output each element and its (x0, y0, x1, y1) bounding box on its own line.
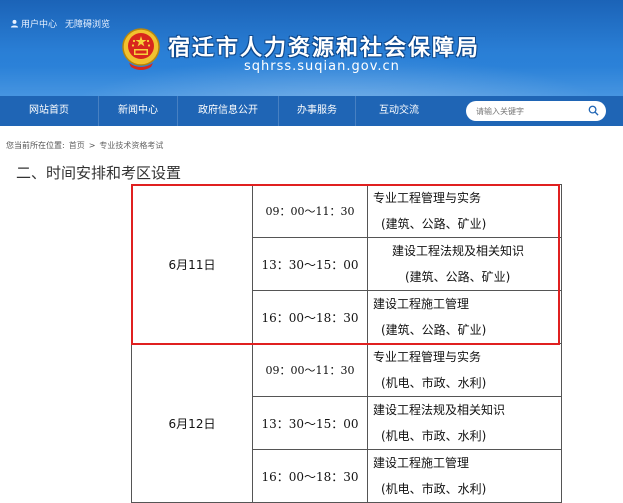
time-cell: 09：00～11：30 (252, 343, 368, 397)
accessibility-label: 无障碍浏览 (65, 20, 111, 30)
date-cell: 6月11日 (131, 184, 253, 344)
nav-item-interaction[interactable]: 互动交流 (356, 96, 442, 126)
time-cell: 16：00～18：30 (252, 449, 368, 503)
nav-item-home[interactable]: 网站首页 (0, 96, 98, 126)
exam-schedule-table: 6月11日 09：00～11：30 专业工程管理与实务 (建筑、公路、矿业) 1… (131, 184, 562, 503)
nav-item-services[interactable]: 办事服务 (279, 96, 355, 126)
main-nav: 网站首页 新闻中心 政府信息公开 办事服务 互动交流 (0, 96, 623, 126)
subject-name: 专业工程管理与实务 (373, 350, 482, 364)
subject-scope: (建筑、公路、矿业) (381, 217, 487, 231)
user-icon (10, 19, 19, 28)
subject-scope: (机电、市政、水利) (381, 376, 487, 390)
nav-item-gov-info[interactable]: 政府信息公开 (178, 96, 278, 126)
nav-item-news[interactable]: 新闻中心 (99, 96, 177, 126)
search-box (466, 101, 606, 121)
subject-name: 建设工程法规及相关知识 (373, 403, 506, 417)
subject-name: 专业工程管理与实务 (373, 191, 482, 205)
search-icon[interactable] (588, 105, 599, 116)
user-center-link[interactable]: 用户中心 (10, 17, 57, 30)
subject-name: 建设工程施工管理 (373, 456, 470, 470)
date-cell: 6月12日 (131, 343, 253, 503)
subject-scope: (建筑、公路、矿业) (381, 323, 487, 337)
subject-scope: (建筑、公路、矿业) (405, 270, 511, 284)
breadcrumb: 您当前所在位置: 首页 > 专业技术资格考试 (6, 140, 163, 151)
breadcrumb-prefix: 您当前所在位置: (6, 141, 65, 150)
time-cell: 13：30～15：00 (252, 237, 368, 291)
search-input[interactable] (474, 105, 588, 117)
breadcrumb-exam[interactable]: 专业技术资格考试 (99, 140, 163, 151)
top-links: 用户中心 无障碍浏览 (10, 17, 110, 30)
subject-cell: 建设工程法规及相关知识 (建筑、公路、矿业) (367, 237, 562, 291)
table-row: 6月11日 09：00～11：30 专业工程管理与实务 (建筑、公路、矿业) (131, 184, 562, 344)
user-center-label: 用户中心 (21, 20, 58, 30)
subject-scope: (机电、市政、水利) (381, 429, 487, 443)
section-title: 二、时间安排和考区设置 (16, 164, 182, 182)
time-cell: 13：30～15：00 (252, 396, 368, 450)
breadcrumb-home[interactable]: 首页 (69, 140, 85, 151)
subject-cell: 建设工程施工管理 (建筑、公路、矿业) (367, 290, 562, 344)
subject-cell: 建设工程施工管理 (机电、市政、水利) (367, 449, 562, 503)
subject-scope: (机电、市政、水利) (381, 482, 487, 496)
national-emblem-icon (122, 28, 160, 70)
subject-cell: 建设工程法规及相关知识 (机电、市政、水利) (367, 396, 562, 450)
subject-name: 建设工程施工管理 (373, 297, 470, 311)
table-row: 6月12日 09：00～11：30 专业工程管理与实务 (机电、市政、水利) (131, 343, 562, 503)
subject-name: 建设工程法规及相关知识 (392, 244, 525, 258)
accessibility-link[interactable]: 无障碍浏览 (65, 17, 110, 30)
time-cell: 16：00～18：30 (252, 290, 368, 344)
subject-cell: 专业工程管理与实务 (机电、市政、水利) (367, 343, 562, 397)
time-cell: 09：00～11：30 (252, 184, 368, 238)
breadcrumb-separator: > (88, 141, 96, 150)
subject-cell: 专业工程管理与实务 (建筑、公路、矿业) (367, 184, 562, 238)
site-title: 宿迁市人力资源和社会保障局 (168, 35, 481, 61)
site-domain: sqhrss.suqian.gov.cn (244, 59, 400, 74)
site-header: 用户中心 无障碍浏览 宿迁市人力资源和社会保障局 sqhrss.suqian.g… (0, 0, 623, 96)
